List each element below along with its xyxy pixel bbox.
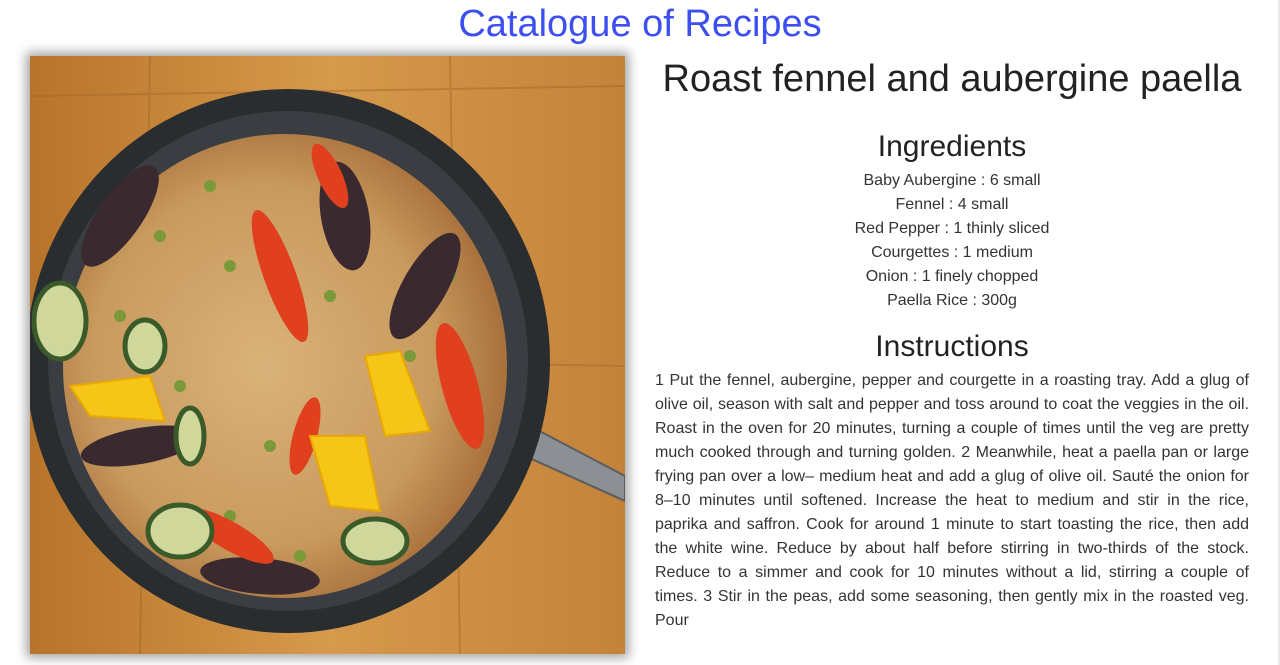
ingredient-item: Fennel : 4 small [895, 196, 1009, 213]
ingredients-heading: Ingredients [877, 130, 1027, 163]
ingredient-item: Courgettes : 1 medium [871, 244, 1033, 261]
ingredient-item: Paella Rice : 300g [887, 292, 1017, 309]
recipe-title: Roast fennel and aubergine paella [662, 58, 1242, 100]
instructions-text: 1 Put the fennel, aubergine, pepper and … [655, 372, 1249, 629]
ingredient-item: Baby Aubergine : 6 small [863, 172, 1041, 189]
ingredient-item: Onion : 1 finely chopped [865, 268, 1039, 285]
recipe-photo [30, 56, 625, 654]
recipe-details: Roast fennel and aubergine paella Ingred… [655, 56, 1249, 633]
paella-pan-illustration [30, 56, 625, 654]
site-title: Catalogue of Recipes [458, 3, 822, 45]
instructions-heading: Instructions [875, 330, 1029, 363]
ingredient-item: Red Pepper : 1 thinly sliced [854, 220, 1050, 237]
ingredient-list: Baby Aubergine : 6 small Fennel : 4 smal… [655, 169, 1249, 313]
